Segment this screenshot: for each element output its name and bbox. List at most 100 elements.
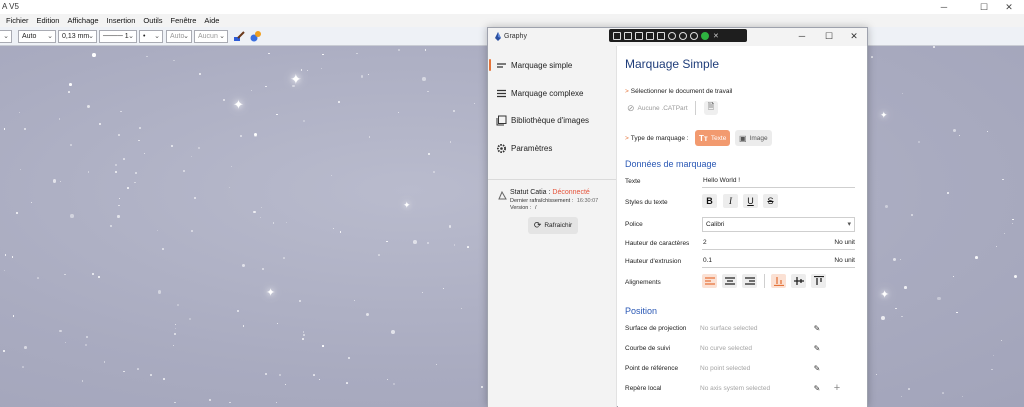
edit-icon: ✎	[813, 363, 821, 373]
toolbar-dropdown-auto[interactable]: Auto ⌄	[18, 30, 56, 43]
align-bottom-button[interactable]	[771, 274, 786, 288]
paint-drop-icon[interactable]	[249, 30, 262, 43]
edit-courbe-button[interactable]: ✎	[810, 341, 824, 355]
edit-surface-button[interactable]: ✎	[810, 321, 824, 335]
strikethrough-button[interactable]: S	[763, 194, 778, 208]
toolbar-dropdown-0[interactable]: ⌄	[0, 30, 12, 43]
star-dot	[139, 126, 142, 129]
add-repere-button[interactable]: +	[830, 381, 844, 395]
screen-icon[interactable]	[646, 31, 654, 40]
align-right-button[interactable]	[742, 274, 757, 288]
star-dot	[353, 300, 355, 302]
star-dot	[959, 135, 961, 137]
toolbar-dropdown-thickness[interactable]: 0,13 mm ⌄	[58, 30, 97, 43]
star-dot	[59, 181, 61, 183]
star-dot	[176, 304, 179, 307]
menu-fichier[interactable]: Fichier	[6, 16, 29, 25]
toolbar-dropdown-point[interactable]: • ⌄	[139, 30, 163, 43]
close-capture-icon[interactable]: ✕	[713, 32, 719, 40]
star-dot	[136, 368, 139, 370]
edit-repere-button[interactable]: ✎	[810, 381, 824, 395]
menu-aide[interactable]: Aide	[204, 16, 219, 25]
help-icon[interactable]	[690, 31, 698, 40]
document-button[interactable]: 🗎	[704, 101, 718, 115]
sparkle-icon: ✦	[266, 287, 276, 299]
frame-icon[interactable]	[657, 31, 665, 40]
star-dot	[265, 373, 267, 375]
star-dot	[391, 329, 396, 334]
star-dot	[237, 310, 239, 312]
refresh-icon: ⟳	[533, 220, 542, 230]
nav-marquage-complexe[interactable]: Marquage complexe	[488, 80, 617, 106]
graphy-logo-icon	[495, 32, 501, 41]
plus-icon: +	[833, 382, 841, 394]
star-dot	[98, 275, 101, 278]
comment-icon[interactable]	[635, 31, 643, 40]
star-dot	[908, 388, 910, 390]
star-dot	[145, 55, 148, 58]
star-dot	[198, 72, 201, 75]
menu-affichage[interactable]: Affichage	[67, 16, 98, 25]
texte-input[interactable]: Hello World !	[702, 177, 855, 188]
nav-bibliotheque-images[interactable]: Bibliothèque d'images	[488, 107, 617, 133]
star-dot	[338, 101, 340, 104]
star-dot	[467, 245, 470, 248]
menu-fenetre[interactable]: Fenêtre	[171, 16, 197, 25]
star-dot	[345, 381, 348, 384]
star-dot	[5, 254, 7, 256]
document-icon[interactable]	[613, 31, 621, 40]
hauteur-ext-input[interactable]: 0.1 No unit	[702, 257, 855, 268]
star-dot	[87, 171, 90, 173]
edit-point-button[interactable]: ✎	[810, 361, 824, 375]
star-dot	[300, 69, 303, 71]
bold-button[interactable]: B	[702, 194, 717, 208]
nav-parametres[interactable]: Paramètres	[488, 135, 617, 161]
align-middle-button[interactable]	[791, 274, 806, 288]
align-center-icon	[724, 276, 735, 285]
toolbar-dropdown-auto-2[interactable]: Auto ⌄	[166, 30, 192, 43]
align-left-button[interactable]	[702, 274, 717, 288]
menu-insertion[interactable]: Insertion	[107, 16, 136, 25]
star-dot	[223, 98, 226, 101]
star-dot	[421, 77, 426, 81]
police-select[interactable]: Calibri ▾	[702, 217, 855, 232]
star-dot	[149, 374, 152, 377]
graphy-close-button[interactable]: ✕	[846, 31, 862, 42]
image-icon: ▣	[739, 133, 747, 143]
host-close-button[interactable]: ✕	[994, 0, 1024, 14]
flash-icon[interactable]	[668, 31, 676, 40]
document-selector[interactable]: ⊘ Aucune .CATPart	[627, 99, 688, 117]
type-texte-button[interactable]: Tт Texte	[695, 130, 731, 146]
star-dot	[276, 322, 278, 324]
menu-outils[interactable]: Outils	[143, 16, 162, 25]
align-top-button[interactable]	[811, 274, 826, 288]
police-label: Police	[625, 221, 643, 228]
star-dot	[138, 139, 140, 142]
sparkle-icon: ✦	[403, 200, 411, 210]
italic-button[interactable]: I	[723, 194, 738, 208]
star-dot	[946, 191, 949, 194]
type-image-button[interactable]: ▣ Image	[735, 130, 772, 146]
star-dot	[30, 201, 32, 203]
toolbar-dropdown-aucun[interactable]: Aucun ⌄	[194, 30, 228, 43]
video-icon[interactable]	[624, 31, 632, 40]
nav-marquage-simple[interactable]: Marquage simple	[488, 52, 617, 78]
star-dot	[242, 325, 245, 327]
star-dot	[190, 230, 193, 233]
star-dot	[941, 391, 944, 394]
paint-brush-icon[interactable]	[233, 30, 246, 43]
star-dot	[173, 345, 175, 347]
refresh-button[interactable]: ⟳ Rafraichir	[528, 217, 578, 234]
record-status-icon[interactable]	[701, 31, 709, 40]
graphy-minimize-button[interactable]: ─	[794, 31, 810, 41]
host-minimize-button[interactable]: ─	[924, 0, 964, 14]
graphy-maximize-button[interactable]: ☐	[821, 31, 837, 42]
star-dot	[253, 210, 256, 213]
hauteur-car-input[interactable]: 2 No unit	[702, 239, 855, 250]
star-dot	[1002, 178, 1004, 180]
power-icon[interactable]	[679, 31, 687, 40]
menu-edition[interactable]: Edition	[37, 16, 60, 25]
underline-button[interactable]: U	[743, 194, 758, 208]
toolbar-dropdown-linetype[interactable]: ──── 1 ⌄	[99, 30, 137, 43]
align-center-button[interactable]	[722, 274, 737, 288]
